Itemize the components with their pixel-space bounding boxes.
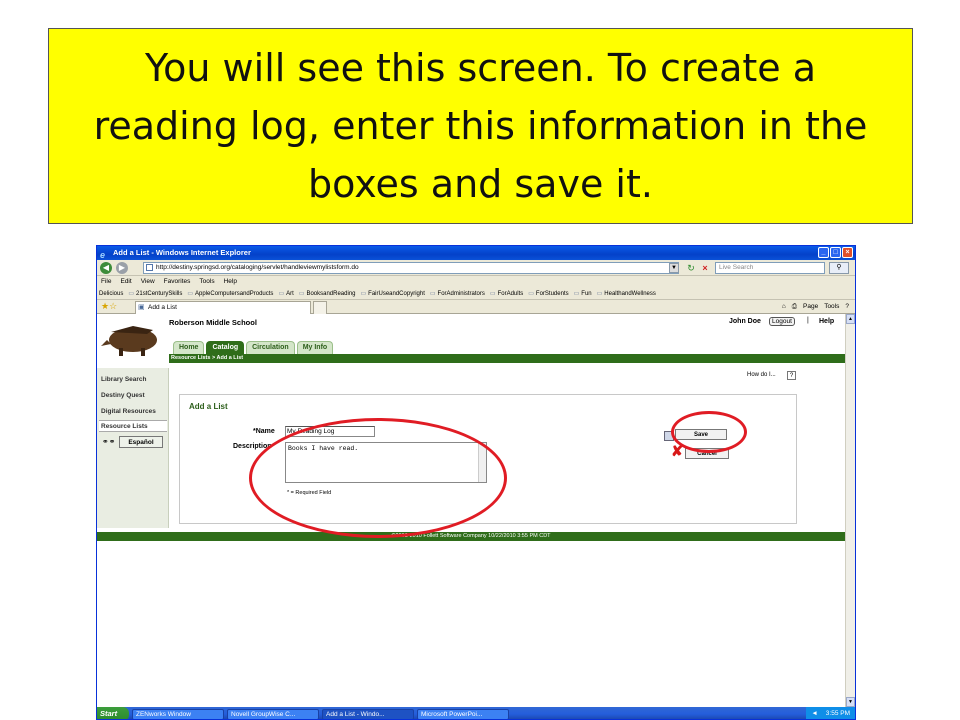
window-title: Add a List - Windows Internet Explorer [113,248,251,257]
stop-icon[interactable]: × [699,262,711,274]
sidebar-item-digital-resources[interactable]: Digital Resources [101,408,156,415]
sidebar: Library Search Destiny Quest Digital Res… [97,368,169,528]
maximize-button[interactable]: □ [830,247,841,258]
how-do-i-link[interactable]: How do I... [747,372,776,378]
favorites-bar: Delicious 21stCenturySkills AppleCompute… [97,288,855,300]
fav-item[interactable]: HealthandWellness [597,288,656,299]
taskbar-item-zenworks[interactable]: ZENworks Window [132,708,224,719]
back-button[interactable]: ◀ [100,262,112,274]
add-list-panel [179,394,797,524]
espanol-button[interactable]: Español [119,436,163,448]
url-input[interactable]: http://destiny.springsd.org/cataloging/s… [143,262,679,274]
fav-item[interactable]: ForAdults [490,288,524,299]
tab-catalog[interactable]: Catalog [206,341,245,354]
description-text: Books I have read. [288,445,359,452]
fav-item[interactable]: Fun [574,288,591,299]
favorites-star-icon[interactable]: ★☆ [101,301,117,312]
taskbar-item-powerpoint[interactable]: Microsoft PowerPoi... [417,708,509,719]
form-title: Add a List [189,402,228,411]
tab-my-info[interactable]: My Info [296,341,334,354]
live-search-input[interactable]: Live Search [715,262,825,274]
menu-tools[interactable]: Tools [199,276,214,288]
tab-circulation[interactable]: Circulation [246,341,295,354]
print-icon[interactable]: ⎙ [792,300,797,314]
breadcrumb: Resource Lists > Add a List [169,354,845,363]
page-footer: ©2002-2010 Follett Software Company 10/2… [97,532,845,541]
fav-item[interactable]: ForAdministrators [430,288,485,299]
page-icon [146,264,153,271]
menu-view[interactable]: View [141,276,155,288]
forward-button[interactable]: ▶ [116,262,128,274]
name-input[interactable]: My Reading Log [285,426,375,437]
menu-file[interactable]: File [101,276,111,288]
refresh-icon[interactable]: ↻ [685,262,697,274]
sidebar-item-resource-lists[interactable]: Resource Lists [101,423,148,430]
fav-item[interactable]: FairUseandCopyright [361,288,425,299]
browser-window: e Add a List - Windows Internet Explorer… [96,245,856,720]
search-icon[interactable]: ⚲ [829,262,849,274]
page-scrollbar[interactable]: ▲ ▼ [845,314,855,707]
clock: 3:55 PM [825,710,850,717]
fav-delicious[interactable]: Delicious [99,288,123,299]
minimize-button[interactable]: _ [818,247,829,258]
scroll-down-arrow[interactable]: ▼ [846,697,855,707]
cancel-button[interactable]: Cancel [685,448,729,459]
tray-network-icon[interactable]: ◄ [811,707,817,719]
taskbar-item-add-a-list[interactable]: Add a List - Windo... [322,708,414,719]
fav-item[interactable]: 21stCenturySkills [128,288,182,299]
browser-tab[interactable]: Add a List [135,301,311,314]
menu-help[interactable]: Help [224,276,237,288]
name-label: *Name [253,428,275,435]
new-tab-button[interactable] [313,301,327,314]
tab-home[interactable]: Home [173,341,205,354]
fav-item[interactable]: ForStudents [528,288,569,299]
save-button[interactable]: Save [664,429,727,441]
menu-edit[interactable]: Edit [120,276,131,288]
taskbar-item-groupwise[interactable]: Novell GroupWise C... [227,708,319,719]
user-name: John Doe [729,318,761,325]
help-link[interactable]: Help [819,318,834,325]
web-page: Roberson Middle School John Doe Logout |… [97,314,845,707]
scroll-up-arrow[interactable]: ▲ [846,314,855,324]
menu-favorites[interactable]: Favorites [164,276,191,288]
logout-button[interactable]: Logout [769,317,795,326]
glasses-icon: ⚭⚭ [102,437,116,446]
description-textarea[interactable]: Books I have read. [285,442,487,483]
site-tabs: Home Catalog Circulation My Info [173,341,334,354]
address-bar: ◀ ▶ http://destiny.springsd.org/catalogi… [97,260,855,276]
browser-tab-bar: ★☆ Add a List ⌂ ⎙ Page Tools ? [97,300,855,314]
start-button[interactable]: Start [97,707,129,719]
windows-taskbar: Start ZENworks Window Novell GroupWise C… [97,707,855,719]
fav-item[interactable]: AppleComputersandProducts [187,288,273,299]
fav-item[interactable]: BooksandReading [299,288,355,299]
how-do-i-help-icon[interactable]: ? [787,371,796,380]
url-dropdown-button[interactable]: ▼ [669,263,679,273]
textarea-scrollbar[interactable] [478,443,486,482]
home-icon[interactable]: ⌂ [782,300,786,314]
fav-item[interactable]: Art [278,288,294,299]
help-icon[interactable]: ? [845,300,849,314]
slide-caption: You will see this screen. To create a re… [48,28,913,224]
description-label: Description [233,443,272,450]
menu-bar: File Edit View Favorites Tools Help [97,276,855,288]
sidebar-item-library-search[interactable]: Library Search [101,376,147,383]
header-separator: | [807,317,809,324]
sidebar-item-destiny-quest[interactable]: Destiny Quest [101,392,145,399]
required-field-note: * = Required Field [287,490,332,496]
razorback-logo [99,326,157,356]
tools-menu[interactable]: Tools [824,300,839,314]
close-button[interactable]: × [842,247,853,258]
system-tray: ◄ 3:55 PM [806,707,855,719]
school-name: Roberson Middle School [169,318,257,327]
cancel-x-icon: ✘ [671,443,684,460]
window-titlebar: e Add a List - Windows Internet Explorer… [97,246,855,260]
url-text: http://destiny.springsd.org/cataloging/s… [156,264,359,271]
page-menu[interactable]: Page [803,300,818,314]
